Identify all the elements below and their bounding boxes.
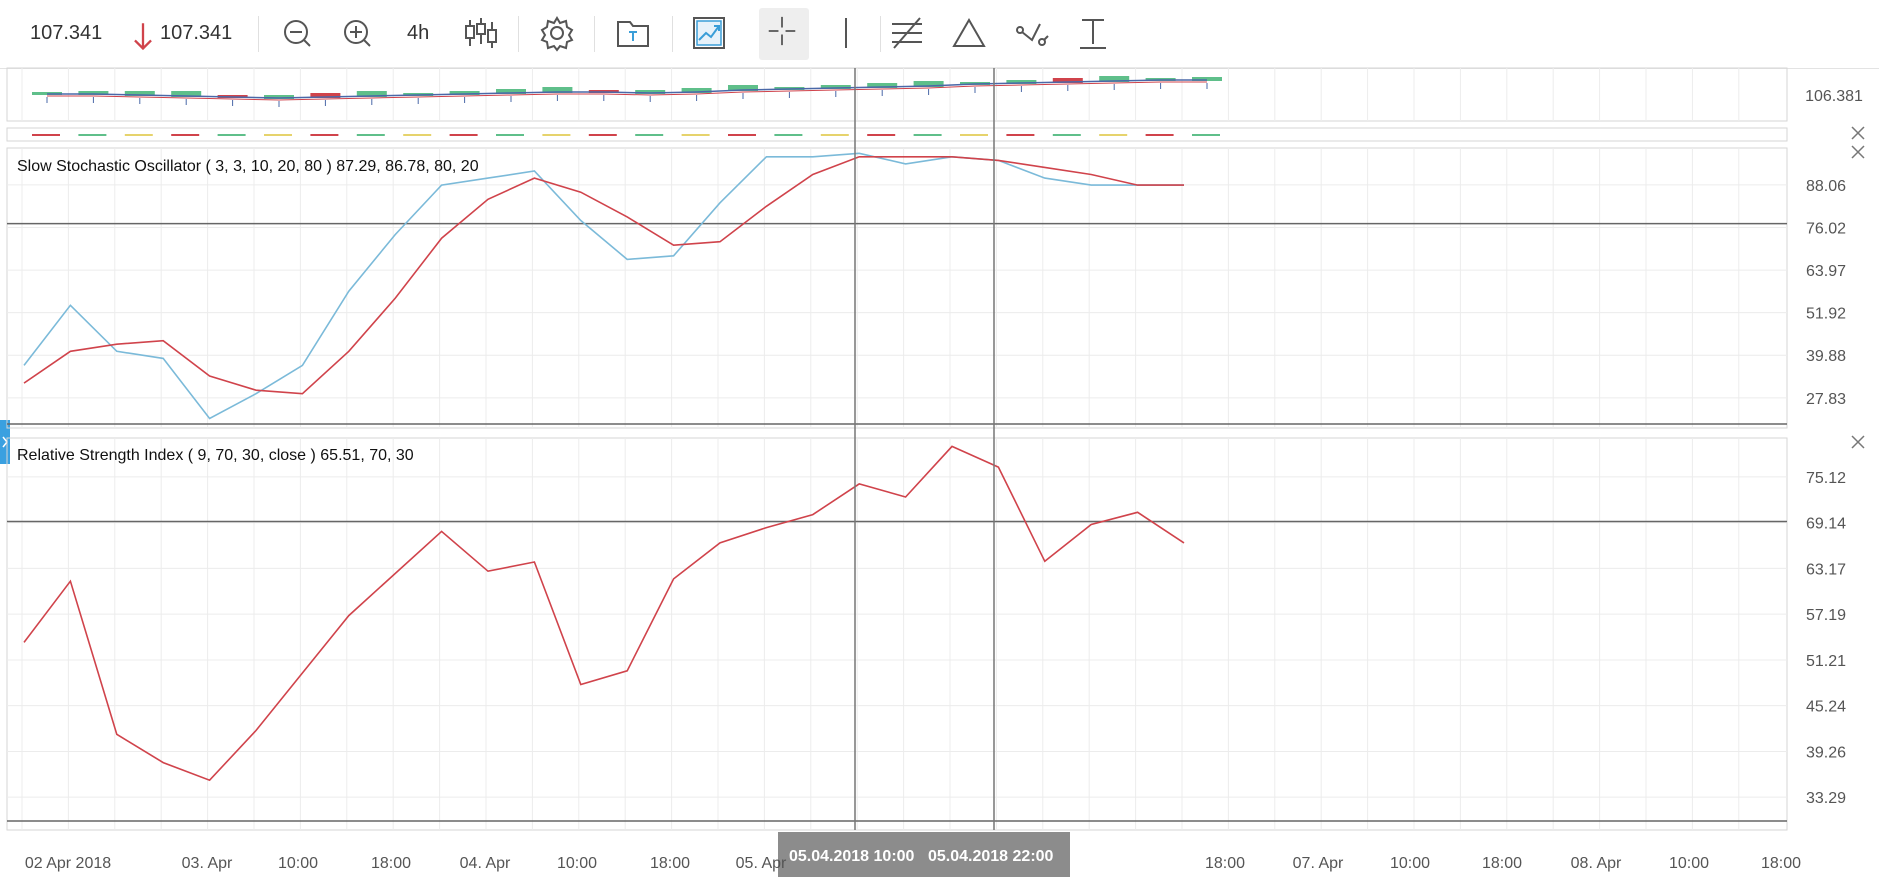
y-tick-label: 27.83 <box>1806 391 1846 408</box>
x-tick-label: 10:00 <box>1390 855 1430 872</box>
stochastic-title: Slow Stochastic Oscillator ( 3, 3, 10, 2… <box>17 158 479 175</box>
x-tick-label: 18:00 <box>1482 855 1522 872</box>
close-icon[interactable] <box>1847 431 1869 453</box>
y-tick-label: 33.29 <box>1806 790 1846 807</box>
x-tick-label: 10:00 <box>557 855 597 872</box>
price-overview-panel <box>32 76 1222 136</box>
rsi-panel <box>7 445 1787 822</box>
y-tick-label: 57.19 <box>1806 607 1846 624</box>
x-tick-label: 18:00 <box>371 855 411 872</box>
panel-border <box>6 67 1788 122</box>
x-tick-label: 04. Apr <box>460 855 511 872</box>
y-tick-label: 39.26 <box>1806 744 1846 761</box>
y-tick-label: 69.14 <box>1806 516 1846 533</box>
crosshair: 05.04.2018 10:00 05.04.2018 22:00 <box>778 68 1070 877</box>
y-tick-label: 51.21 <box>1806 653 1846 670</box>
close-icon[interactable] <box>1847 141 1869 163</box>
y-tick-label: 63.97 <box>1806 263 1846 280</box>
crosshair-date-label: 05.04.2018 10:00 <box>789 848 915 865</box>
rsi-title: Relative Strength Index ( 9, 70, 30, clo… <box>17 447 414 464</box>
crosshair-date-label: 05.04.2018 22:00 <box>928 848 1054 865</box>
y-tick-label: 45.24 <box>1806 699 1846 716</box>
stochastic-panel <box>7 152 1787 425</box>
x-tick-label: 05. Apr <box>736 855 787 872</box>
x-tick-label: 10:00 <box>1669 855 1709 872</box>
x-tick-label: 10:00 <box>278 855 318 872</box>
x-tick-label: 03. Apr <box>182 855 233 872</box>
chart-area[interactable]: 05.04.2018 10:00 05.04.2018 22:00 88.06 76… <box>0 0 1879 880</box>
y-tick-label: 76.02 <box>1806 220 1846 237</box>
x-tick-label: 18:00 <box>1761 855 1801 872</box>
y-tick-label: 75.12 <box>1806 470 1846 487</box>
x-tick-label: 02 Apr 2018 <box>25 855 111 872</box>
y-tick-label: 39.88 <box>1806 348 1846 365</box>
y-tick-label: 63.17 <box>1806 561 1846 578</box>
x-tick-label: 07. Apr <box>1293 855 1344 872</box>
stochastic-k-line <box>23 152 1184 420</box>
y-tick-label: 51.92 <box>1806 306 1846 323</box>
y-tick-label: 88.06 <box>1806 178 1846 195</box>
stochastic-d-line <box>23 156 1184 395</box>
y-tick-label: 106.381 <box>1805 88 1863 105</box>
x-tick-label: 18:00 <box>1205 855 1245 872</box>
panel-border <box>6 147 1788 429</box>
panel-border <box>6 437 1788 831</box>
rsi-line <box>23 445 1185 782</box>
x-tick-label: 18:00 <box>650 855 690 872</box>
x-tick-label: 08. Apr <box>1571 855 1622 872</box>
